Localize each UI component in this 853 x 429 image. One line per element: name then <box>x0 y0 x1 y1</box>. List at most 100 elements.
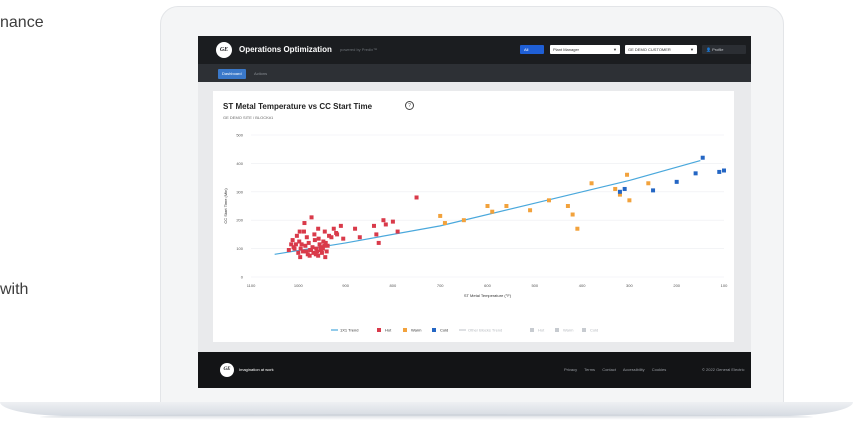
all-button[interactable]: All <box>520 45 544 54</box>
y-tick-label: 500 <box>236 133 243 138</box>
chart-card: 500 400 300 200 100 0 1100 1000 900 800 700 600 500 4… <box>213 91 734 342</box>
data-point-hot <box>353 226 358 231</box>
legend-label: Hot <box>385 328 392 333</box>
data-point-hot <box>323 255 328 260</box>
footer-links: Privacy Terms Contact Accessibility Cook… <box>564 367 672 372</box>
app-subtitle: powered by Predix™ <box>340 47 378 52</box>
data-point-hot <box>312 238 317 243</box>
data-point-hot <box>302 221 307 226</box>
legend-square-marker <box>377 328 381 332</box>
data-point-warm <box>613 186 618 191</box>
data-point-warm <box>575 226 580 231</box>
ge-logo[interactable]: GE <box>216 42 232 58</box>
data-point-hot <box>307 253 312 258</box>
data-point-hot <box>341 236 346 241</box>
tab-bar: Dashboard Actions <box>198 64 751 82</box>
data-point-hot <box>309 248 314 253</box>
legend-label: Warm <box>563 328 574 333</box>
data-point-hot <box>312 232 317 237</box>
laptop-base-shadow <box>40 414 813 420</box>
data-point-hot <box>327 233 332 238</box>
data-point-warm <box>625 172 630 177</box>
data-point-hot <box>334 230 339 235</box>
plant-manager-select-value: Plant Manager <box>553 47 580 52</box>
data-point-warm <box>546 198 551 203</box>
scatter-chart: 50040030020010001100 1000 900 800 700 600 500 4… <box>223 133 728 333</box>
data-point-warm <box>565 204 570 208</box>
side-text-top: nance <box>0 14 44 31</box>
data-point-cold <box>622 186 627 191</box>
data-point-hot <box>304 235 309 240</box>
data-point-hot <box>316 226 321 231</box>
customer-select[interactable]: GE DEMO CUSTOMER ▼ <box>625 45 697 54</box>
data-point-hot <box>414 195 419 200</box>
app-footer: GE Imagination at work Privacy Terms Con… <box>198 352 751 388</box>
data-point-hot <box>309 215 314 220</box>
x-axis-label: ST Metal Temperature (°F) <box>464 293 512 298</box>
legend-label: Cold <box>440 328 448 333</box>
page: nance with GE Operations Optimization po… <box>0 0 853 429</box>
data-point-hot <box>338 223 343 228</box>
y-tick-label: 0 <box>241 275 244 280</box>
data-point-hot <box>376 240 381 245</box>
data-point-hot <box>313 252 318 257</box>
legend-label: Warm <box>411 328 422 333</box>
legend-label: Cold <box>590 328 598 333</box>
data-point-hot <box>395 229 400 234</box>
footer-link-terms[interactable]: Terms <box>584 367 595 372</box>
data-point-hot <box>324 249 329 254</box>
footer-link-accessibility[interactable]: Accessibility <box>623 367 645 372</box>
x-tick-label: 100 <box>721 283 728 288</box>
data-point-hot <box>290 238 295 243</box>
all-button-label: All <box>524 47 529 52</box>
data-point-hot <box>286 248 291 253</box>
data-point-hot <box>289 242 294 247</box>
legend-square-marker <box>403 328 407 332</box>
y-tick-label: 100 <box>236 246 243 251</box>
plant-manager-select[interactable]: Plant Manager ▼ <box>550 45 620 54</box>
info-icon[interactable]: ? <box>405 101 414 110</box>
data-point-hot <box>301 229 306 234</box>
data-point-cold <box>693 171 698 176</box>
data-point-warm <box>485 204 490 208</box>
data-point-warm <box>589 181 594 186</box>
chart-subtitle: GE DEMO SITE / BLOCK#1 <box>223 115 274 120</box>
chevron-down-icon: ▼ <box>690 47 694 52</box>
data-point-warm <box>490 209 495 214</box>
data-point-warm <box>461 218 466 223</box>
x-tick-label: 500 <box>531 283 538 288</box>
data-point-hot <box>297 229 302 234</box>
data-point-hot <box>298 255 303 260</box>
x-tick-label: 900 <box>342 283 349 288</box>
data-point-warm <box>438 213 443 218</box>
app-topbar: GE Operations Optimization powered by Pr… <box>198 36 751 64</box>
data-point-hot <box>319 250 324 255</box>
chart-title: ST Metal Temperature vs CC Start Time <box>223 102 373 111</box>
x-tick-label: 300 <box>626 283 633 288</box>
footer-link-privacy[interactable]: Privacy <box>564 367 577 372</box>
side-text-bottom: with <box>0 281 29 298</box>
data-point-warm <box>504 204 509 208</box>
laptop-screen: GE Operations Optimization powered by Pr… <box>198 36 751 388</box>
x-tick-label: 1100 <box>247 283 256 288</box>
data-point-hot <box>390 219 395 224</box>
data-point-warm <box>528 208 533 213</box>
x-tick-label: 1000 <box>294 283 304 288</box>
user-menu[interactable]: 👤 Profile <box>702 45 746 54</box>
data-point-hot <box>322 229 327 234</box>
x-tick-label: 600 <box>484 283 491 288</box>
footer-link-contact[interactable]: Contact <box>602 367 616 372</box>
data-point-hot <box>374 232 379 237</box>
data-point-hot <box>357 235 362 240</box>
footer-link-cookies[interactable]: Cookies <box>652 367 666 372</box>
data-point-cold <box>700 155 705 160</box>
data-point-hot <box>371 223 376 228</box>
data-point-hot <box>299 242 304 247</box>
x-tick-label: 800 <box>390 283 397 288</box>
data-point-hot <box>321 239 326 244</box>
legend-label: Hot <box>538 328 545 333</box>
data-point-hot <box>325 243 330 248</box>
data-point-hot <box>318 245 323 250</box>
tab-dashboard[interactable]: Dashboard <box>218 69 246 79</box>
tab-actions[interactable]: Actions <box>250 69 271 79</box>
